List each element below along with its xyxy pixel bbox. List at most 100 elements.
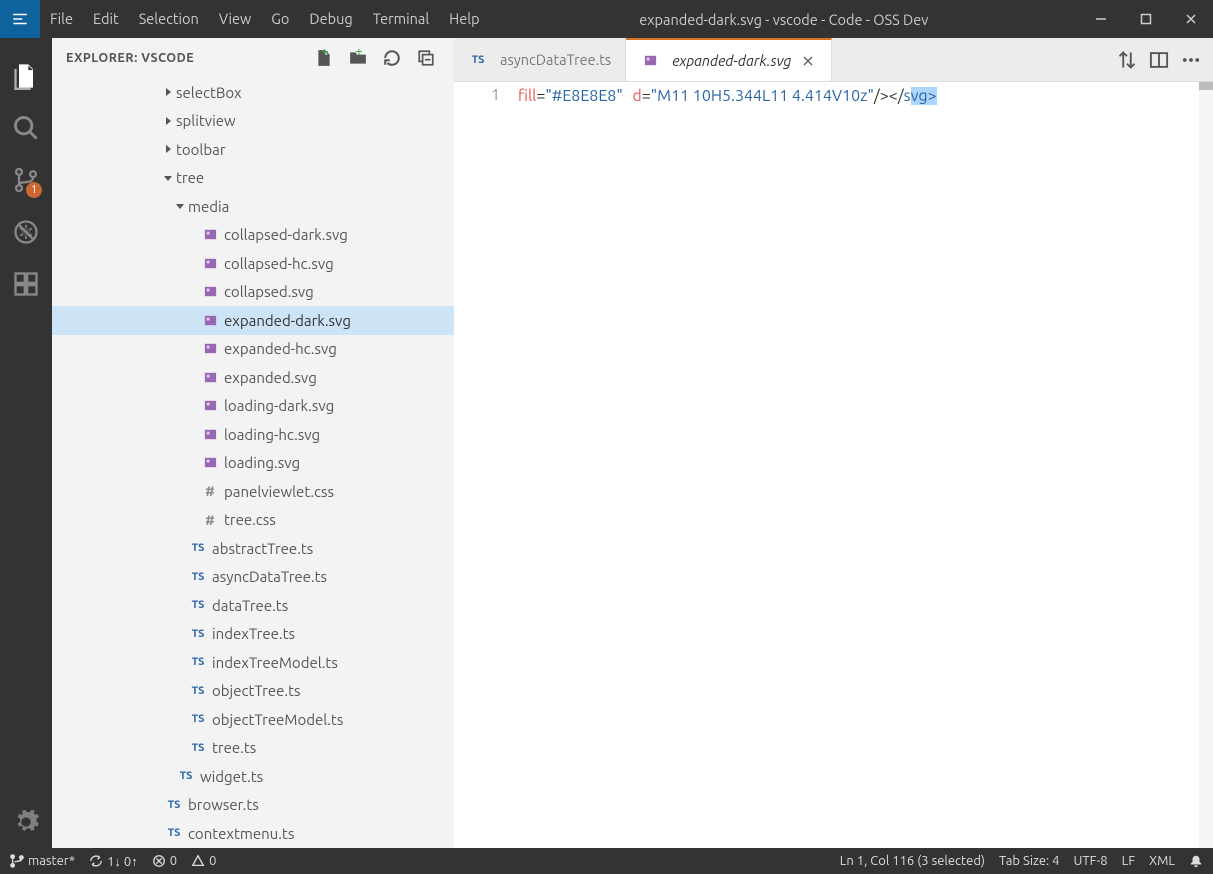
close-icon[interactable] — [799, 52, 817, 70]
git-branch-status[interactable]: master* — [10, 854, 75, 868]
ts-file-icon: TS — [468, 54, 488, 66]
svg-file-icon — [200, 341, 220, 356]
tree-file[interactable]: TStree.ts — [52, 734, 454, 763]
tree-item-label: collapsed-dark.svg — [224, 226, 348, 243]
menu-terminal[interactable]: Terminal — [363, 0, 439, 38]
svg-file-icon — [200, 370, 220, 385]
tree-file[interactable]: expanded.svg — [52, 363, 454, 392]
tree-file[interactable]: loading-dark.svg — [52, 392, 454, 421]
tree-file[interactable]: TS indexTree.ts — [52, 620, 454, 649]
files-icon[interactable] — [0, 50, 52, 102]
tree-file[interactable]: TScontextmenu.ts — [52, 819, 454, 848]
line-gutter: 1 — [454, 82, 518, 848]
tree-file[interactable]: #panelviewlet.css — [52, 477, 454, 506]
menu-help[interactable]: Help — [439, 0, 489, 38]
refresh-icon[interactable] — [378, 44, 406, 72]
tree-folder[interactable]: selectBox — [52, 78, 454, 107]
editor-tab[interactable]: expanded-dark.svg — [626, 38, 832, 81]
tree-file[interactable]: #tree.css — [52, 506, 454, 535]
activity-badge: 1 — [26, 182, 42, 198]
editor-body[interactable]: 1 fill="#E8E8E8" d="M11 10H5.344L11 4.41… — [454, 82, 1213, 848]
chevron-right-icon[interactable] — [160, 84, 176, 100]
menu-debug[interactable]: Debug — [299, 0, 362, 38]
tree-item-label: dataTree.ts — [212, 597, 288, 614]
code-content[interactable]: fill="#E8E8E8" d="M11 10H5.344L11 4.414V… — [518, 82, 1185, 848]
split-icon[interactable] — [1149, 50, 1169, 70]
tree-folder[interactable]: media — [52, 192, 454, 221]
tree-file[interactable]: TSdataTree.ts — [52, 591, 454, 620]
warnings-status[interactable]: 0 — [191, 854, 216, 868]
bell-icon[interactable] — [1189, 854, 1203, 868]
minimap[interactable] — [1185, 82, 1199, 848]
tree-file[interactable]: TSindexTreeModel.ts — [52, 648, 454, 677]
code-token: = — [642, 87, 651, 105]
new-folder-icon[interactable] — [344, 44, 372, 72]
close-button[interactable] — [1168, 0, 1213, 38]
tabs-bar: TSasyncDataTree.tsexpanded-dark.svg — [454, 38, 1213, 82]
tree-item-label: loading-hc.svg — [224, 426, 320, 443]
gear-icon[interactable] — [0, 796, 52, 848]
tree-folder[interactable]: toolbar — [52, 135, 454, 164]
sync-counts: 1↓ 0↑ — [107, 854, 138, 869]
language-status[interactable]: XML — [1149, 854, 1175, 868]
tree-folder[interactable]: splitview — [52, 107, 454, 136]
code-token: /></ — [874, 87, 904, 105]
code-token: fill — [518, 87, 536, 105]
tree-file[interactable]: TSobjectTreeModel.ts — [52, 705, 454, 734]
chevron-right-icon[interactable] — [160, 113, 176, 129]
bug-icon[interactable] — [0, 206, 52, 258]
compare-icon[interactable] — [1117, 50, 1137, 70]
window-title: expanded-dark.svg - vscode - Code - OSS … — [490, 11, 1078, 28]
eol-status[interactable]: LF — [1122, 854, 1135, 868]
activity-bar: 1 — [0, 38, 52, 848]
menu-edit[interactable]: Edit — [83, 0, 129, 38]
overview-ruler[interactable] — [1199, 82, 1213, 848]
branch-icon[interactable]: 1 — [0, 154, 52, 206]
tree-file[interactable]: collapsed-dark.svg — [52, 221, 454, 250]
tree-file[interactable]: TSasyncDataTree.ts — [52, 563, 454, 592]
chevron-down-icon[interactable] — [172, 198, 188, 214]
svg-file-icon — [200, 398, 220, 413]
maximize-button[interactable] — [1123, 0, 1168, 38]
tree-file[interactable]: expanded-hc.svg — [52, 335, 454, 364]
tree-file[interactable]: TSwidget.ts — [52, 762, 454, 791]
minimize-button[interactable] — [1078, 0, 1123, 38]
tree-file[interactable]: expanded-dark.svg — [52, 306, 454, 335]
chevron-down-icon[interactable] — [160, 170, 176, 186]
chevron-right-icon[interactable] — [160, 141, 176, 157]
tree-file[interactable]: TSbrowser.ts — [52, 791, 454, 820]
tree-file[interactable]: loading.svg — [52, 449, 454, 478]
indentation-status[interactable]: Tab Size: 4 — [999, 854, 1060, 868]
extensions-icon[interactable] — [0, 258, 52, 310]
ts-file-icon: TS — [188, 542, 208, 554]
menu-go[interactable]: Go — [261, 0, 299, 38]
code-token: d — [632, 87, 641, 105]
menu-selection[interactable]: Selection — [129, 0, 209, 38]
tree-item-label: browser.ts — [188, 796, 259, 813]
new-file-icon[interactable] — [310, 44, 338, 72]
tree-file[interactable]: TSabstractTree.ts — [52, 534, 454, 563]
tree-file[interactable]: collapsed-hc.svg — [52, 249, 454, 278]
tree-item-label: objectTreeModel.ts — [212, 711, 343, 728]
search-icon[interactable] — [0, 102, 52, 154]
editor-tab[interactable]: TSasyncDataTree.ts — [454, 38, 626, 81]
menu-file[interactable]: File — [40, 0, 83, 38]
encoding-status[interactable]: UTF-8 — [1074, 854, 1108, 868]
ts-file-icon: TS — [188, 742, 208, 754]
menu-view[interactable]: View — [209, 0, 261, 38]
tree-file[interactable]: loading-hc.svg — [52, 420, 454, 449]
tree-file[interactable]: TSobjectTree.ts — [52, 677, 454, 706]
css-file-icon: # — [200, 512, 220, 528]
git-sync-status[interactable]: 1↓ 0↑ — [89, 854, 138, 869]
cursor-position[interactable]: Ln 1, Col 116 (3 selected) — [840, 854, 985, 868]
collapse-all-icon[interactable] — [412, 44, 440, 72]
tree-item-label: indexTree.ts — [212, 625, 295, 642]
errors-status[interactable]: 0 — [152, 854, 177, 868]
status-bar: master* 1↓ 0↑ 0 0 Ln 1, Col 116 (3 selec… — [0, 848, 1213, 874]
more-icon[interactable] — [1181, 50, 1201, 70]
ts-file-icon: TS — [188, 628, 208, 640]
tree-folder[interactable]: tree — [52, 164, 454, 193]
code-selection: > — [928, 87, 937, 105]
tree-file[interactable]: collapsed.svg — [52, 278, 454, 307]
code-selection: vg — [911, 87, 928, 105]
